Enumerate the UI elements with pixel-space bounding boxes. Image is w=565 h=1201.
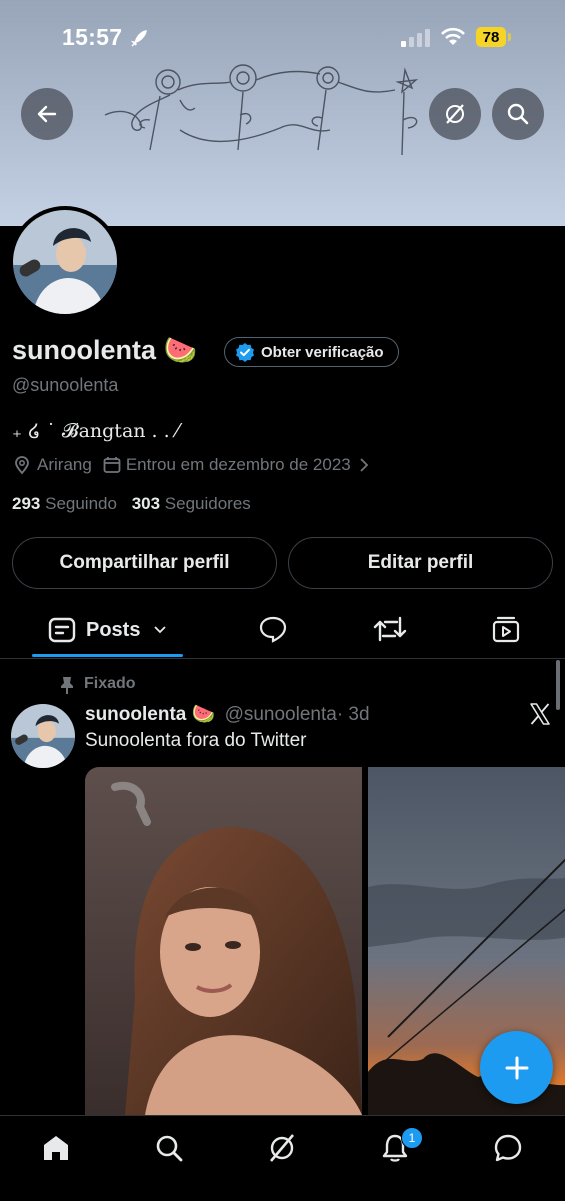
scrollbar[interactable]: [556, 660, 560, 710]
wifi-icon: [441, 27, 465, 45]
grok-icon: [270, 1134, 294, 1162]
home-icon: [44, 1136, 68, 1160]
pin-icon: [61, 677, 73, 694]
avatar-photo: [13, 210, 117, 314]
post-time: · 3d: [336, 704, 370, 725]
reply-icon: [259, 616, 287, 643]
battery-indicator: 78: [476, 27, 506, 47]
location-text: Arirang: [37, 455, 92, 474]
tabs-divider: [0, 658, 565, 659]
plus-icon: [505, 1056, 528, 1079]
tab-posts[interactable]: Posts: [48, 617, 168, 643]
tab-reposts[interactable]: [373, 614, 407, 649]
location-icon: [15, 456, 29, 475]
location-item: Arirang: [12, 455, 92, 475]
chevron-right-icon: [360, 458, 369, 472]
posts-icon: [48, 617, 76, 643]
pinned-label: Fixado: [84, 675, 136, 692]
nav-search[interactable]: [147, 1128, 191, 1168]
profile-bio: ₊ ໒ ˙ 𝓑angtan . . ⁄: [12, 420, 179, 442]
tab-active-indicator: [32, 654, 183, 657]
joined-text: Entrou em dezembro de 2023: [125, 455, 351, 474]
messages-icon: [494, 1134, 522, 1162]
notifications-badge: 1: [401, 1127, 423, 1149]
share-profile-button[interactable]: Compartilhar perfil: [12, 537, 277, 589]
search-icon: [156, 1135, 183, 1162]
follow-counts: 293 Seguindo 303 Seguidores: [12, 494, 251, 514]
nav-grok[interactable]: [260, 1128, 304, 1168]
grok-icon: [446, 104, 464, 124]
post-author-avatar[interactable]: [11, 704, 75, 768]
post-author-handle[interactable]: @sunoolenta: [225, 704, 337, 725]
x-logo-icon[interactable]: [528, 702, 552, 726]
get-verified-label: Obter verificação: [261, 343, 384, 361]
search-button[interactable]: [492, 88, 544, 140]
get-verified-button[interactable]: Obter verificação: [224, 337, 399, 367]
joined-item[interactable]: Entrou em dezembro de 2023: [102, 455, 371, 475]
tab-posts-label: Posts: [86, 618, 141, 641]
search-icon: [507, 103, 529, 125]
nav-home[interactable]: [34, 1128, 78, 1168]
signal-icon: [401, 29, 430, 47]
post-header: sunoolenta 🍉 @sunoolenta· 3d: [85, 702, 370, 726]
tab-media[interactable]: [491, 614, 521, 649]
battery-nub: [508, 33, 511, 41]
tab-replies[interactable]: [258, 614, 288, 649]
profile-name: sunoolenta 🍉: [12, 335, 198, 365]
edit-profile-button[interactable]: Editar perfil: [288, 537, 553, 589]
following-link[interactable]: 293 Seguindo: [12, 494, 117, 513]
post-text: Sunoolenta fora do Twitter: [85, 730, 307, 751]
back-button[interactable]: [21, 88, 73, 140]
location-arrow-icon: [130, 30, 147, 47]
post-image-1[interactable]: [85, 767, 362, 1115]
media-icon: [492, 616, 520, 643]
back-arrow-icon: [37, 105, 57, 123]
repost-icon: [373, 616, 407, 642]
profile-meta: Arirang Entrou em dezembro de 2023: [12, 455, 371, 475]
followers-count: 303: [131, 494, 161, 513]
calendar-icon: [103, 457, 121, 473]
verified-badge-icon: [236, 343, 254, 362]
following-label: Seguindo: [45, 494, 117, 513]
grok-button[interactable]: [429, 88, 481, 140]
nav-messages[interactable]: [486, 1128, 530, 1168]
compose-button[interactable]: [480, 1031, 553, 1104]
profile-avatar[interactable]: [9, 206, 121, 318]
followers-label: Seguidores: [164, 494, 251, 513]
following-count: 293: [12, 494, 41, 513]
profile-handle: @sunoolenta: [12, 375, 119, 395]
status-time: 15:57: [62, 24, 123, 50]
followers-link[interactable]: 303 Seguidores: [132, 494, 251, 513]
chevron-down-icon: [154, 626, 167, 634]
post-author-name[interactable]: sunoolenta 🍉: [85, 704, 215, 725]
